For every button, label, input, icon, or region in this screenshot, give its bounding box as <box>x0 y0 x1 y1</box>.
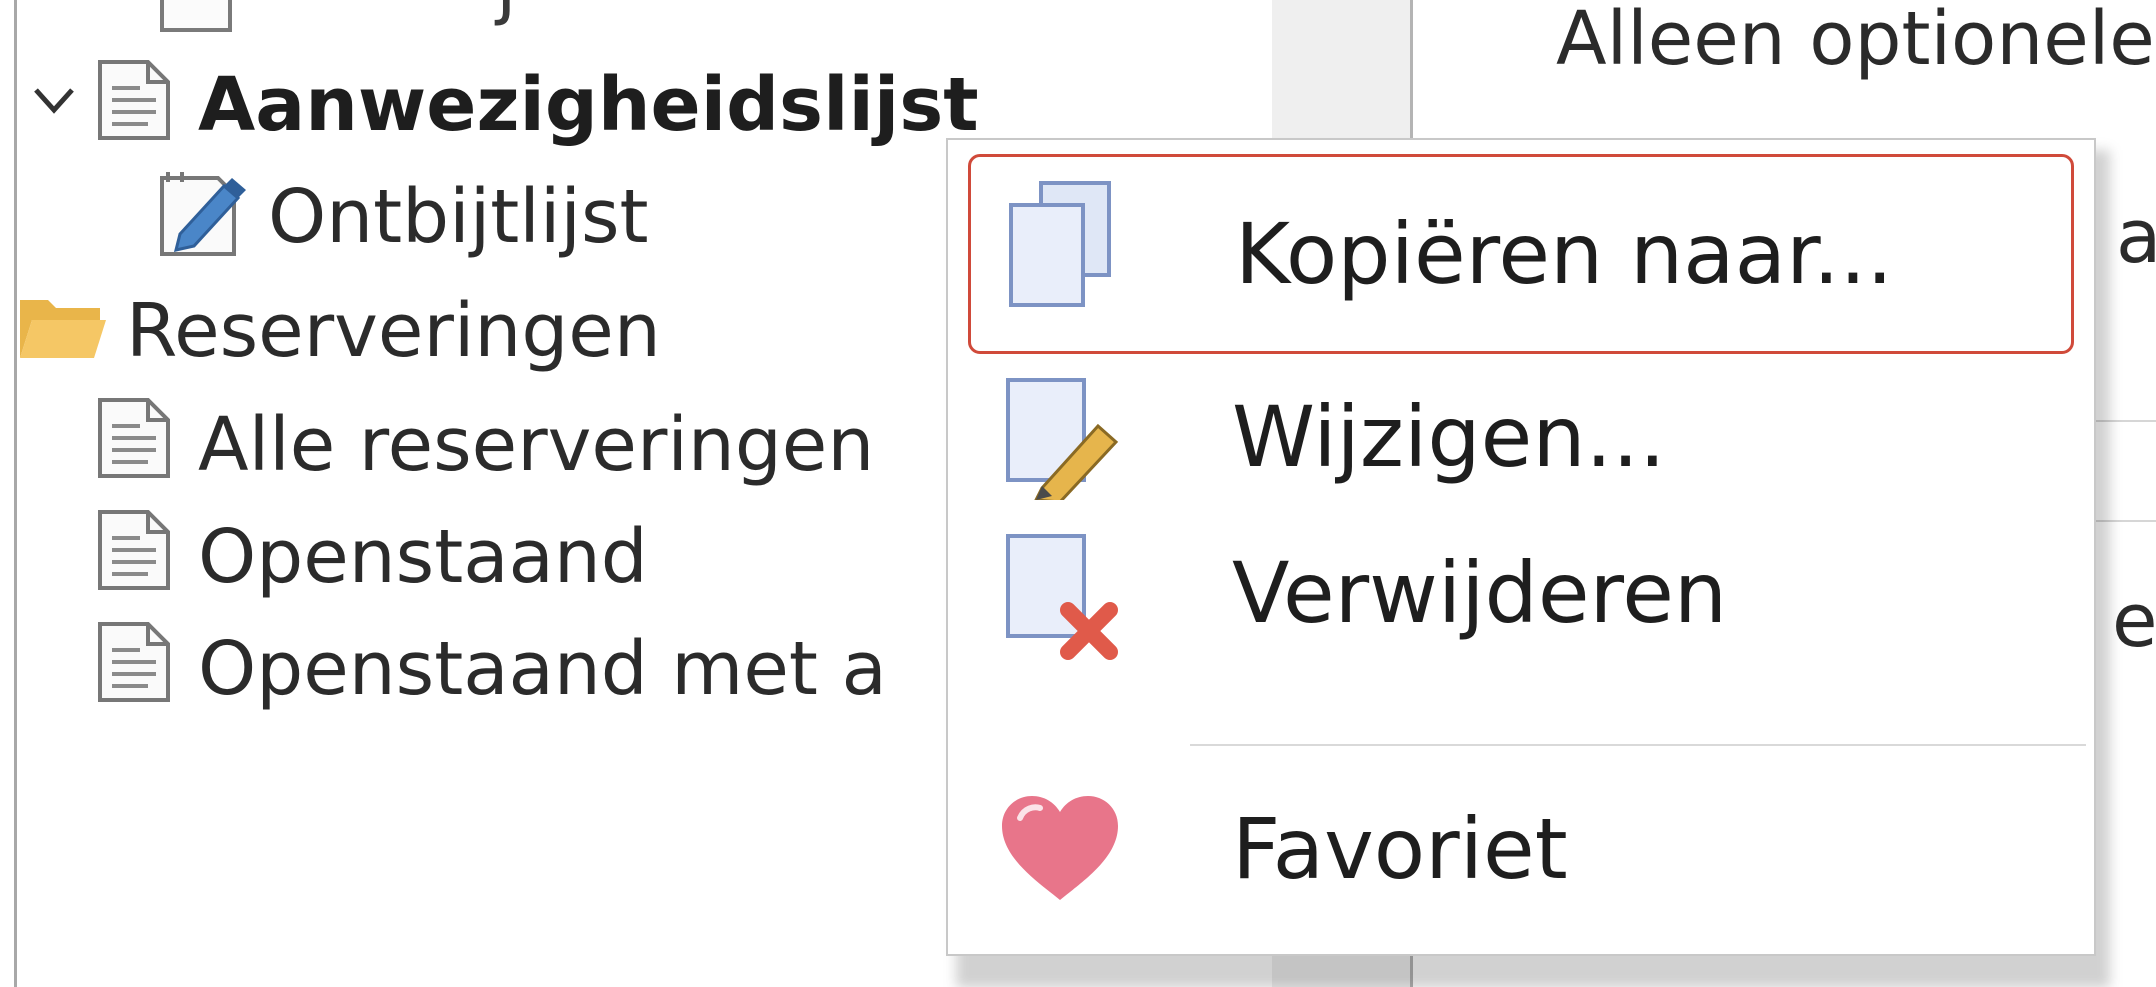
document-icon <box>98 398 170 478</box>
tree-item-label: Aanwezigheidslijst <box>198 62 979 148</box>
document-icon <box>160 0 232 32</box>
menu-item-label: Verwijderen <box>1232 544 1728 642</box>
delete-icon <box>1006 534 1118 660</box>
menu-item-delete[interactable]: Verwijderen <box>968 518 2074 668</box>
menu-item-label: Wijzigen... <box>1232 388 1666 486</box>
menu-item-label: Kopiëren naar... <box>1235 205 1894 303</box>
screen: j Aanwezigheidslijst <box>0 0 2156 987</box>
edit-icon <box>1006 378 1119 500</box>
menu-separator <box>1190 744 2086 746</box>
details-text: Alleen optionele <box>1556 0 2155 82</box>
tree-item-label: Openstaand <box>198 514 648 600</box>
document-icon <box>98 622 170 702</box>
menu-item-favorite[interactable]: Favoriet <box>968 764 2074 934</box>
tree-item-label: Alle reserveringen <box>198 402 875 488</box>
menu-item-edit[interactable]: Wijzigen... <box>968 362 2074 512</box>
context-menu: Kopiëren naar... Wijzigen... Verwijderen <box>946 138 2096 956</box>
tree-item-label: Ontbijtlijst <box>268 174 649 260</box>
details-text-fragment: a <box>2116 194 2156 280</box>
tree-panel-border <box>14 0 17 987</box>
folder-icon <box>20 300 106 358</box>
chevron-down-icon[interactable] <box>32 84 76 120</box>
menu-item-label: Favoriet <box>1232 800 1568 898</box>
tree-item-label: Reserveringen <box>126 288 661 374</box>
document-icon <box>98 510 170 590</box>
tree-item-label: Openstaand met a <box>198 626 887 712</box>
partial-text-fragment: j <box>496 0 517 22</box>
details-text-fragment: e <box>2112 578 2156 664</box>
document-icon <box>98 60 170 140</box>
copy-icon <box>1009 181 1111 307</box>
menu-item-copy-to[interactable]: Kopiëren naar... <box>968 154 2074 354</box>
heart-icon <box>1002 796 1118 900</box>
edit-document-icon <box>160 172 246 256</box>
